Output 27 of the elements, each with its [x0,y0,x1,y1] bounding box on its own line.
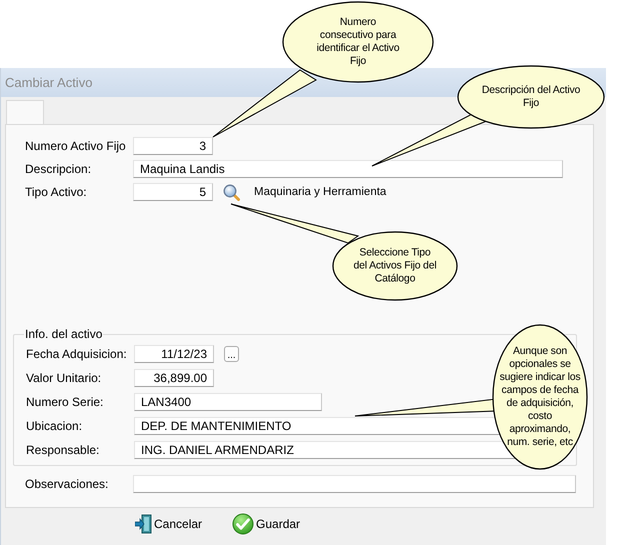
type-name: Maquinaria y Herramienta [254,186,386,198]
field-label: Numero Serie: [26,395,104,409]
tooltip-text: Numero consecutivo para identificar el Activo Fijo [316,16,400,68]
field-label: Observaciones: [25,477,110,491]
field-label: Fecha Adquisicion: [26,347,128,361]
cancel-button[interactable]: Cancelar [135,512,202,536]
field-label: Numero Activo Fijo [25,139,127,153]
group-title: Info. del activo [24,327,104,341]
tooltip-text: Seleccione Tipo del Activos Fijo del Catálogo [353,246,437,286]
input-field[interactable]: 11/12/23 [134,345,214,363]
save-button[interactable]: Guardar [232,512,300,536]
field-label: Ubicacion: [26,419,84,433]
picker-button[interactable]: ... [224,346,239,362]
search-icon[interactable] [223,184,240,200]
field-label: Tipo Activo: [25,185,88,199]
input-field[interactable]: 36,899.00 [134,369,214,387]
field-label: Valor Unitario: [26,371,102,385]
input-field[interactable]: Maquina Landis [133,160,563,178]
field-label: Descripcion: [25,162,92,176]
input-field[interactable] [133,475,576,493]
exit-door-icon [135,514,152,534]
tab[interactable] [6,100,44,124]
field-label: Responsable: [26,443,100,457]
input-field[interactable]: LAN3400 [134,393,322,411]
input-field[interactable]: 3 [133,137,213,155]
input-field[interactable]: 5 [133,183,213,201]
check-icon [232,513,254,535]
